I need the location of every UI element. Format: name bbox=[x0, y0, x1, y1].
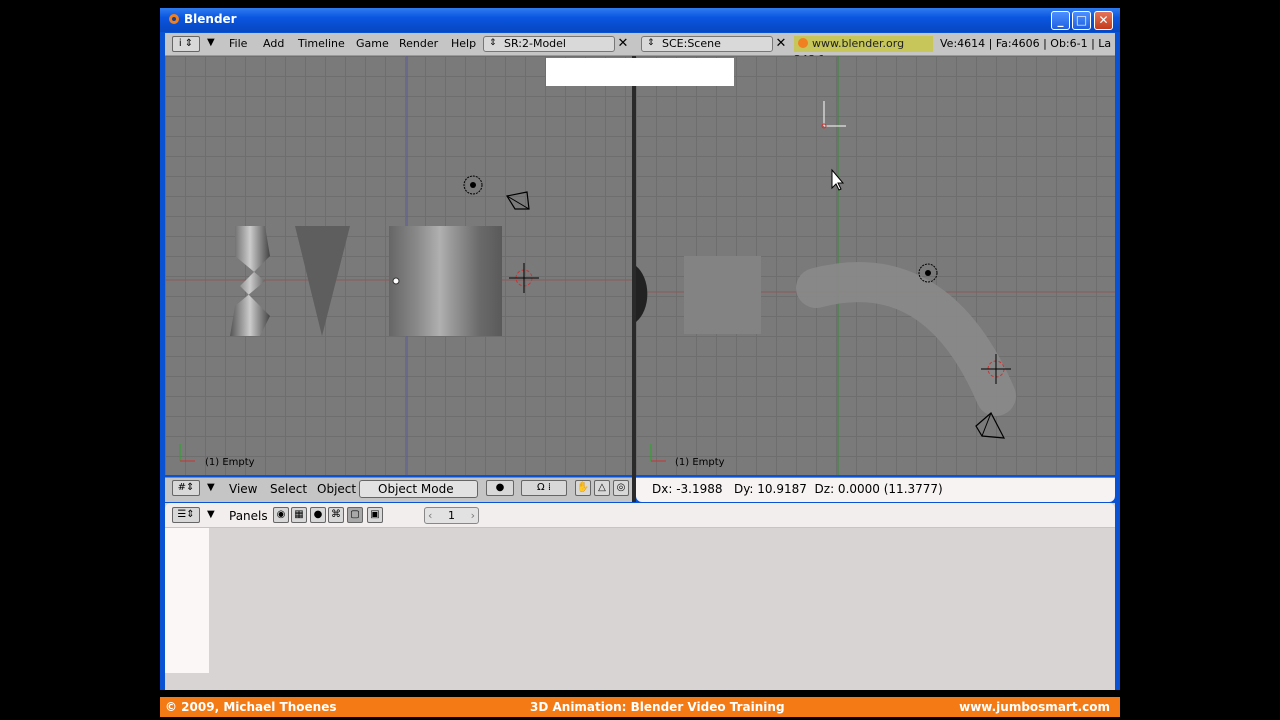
updown-icon: ⇕ bbox=[489, 38, 497, 48]
mode-label: Object Mode bbox=[378, 482, 454, 496]
menu-object[interactable]: Object bbox=[317, 482, 356, 496]
buttons-window-type-icon[interactable]: ☰⇕ bbox=[172, 507, 200, 523]
scene-selector[interactable]: SCE:Scene bbox=[641, 36, 773, 52]
transform-readout: Dx: -3.1988 Dy: 10.9187 Dz: 0.0000 (11.3… bbox=[652, 482, 943, 496]
pivot-icon[interactable]: Ω ⁞ bbox=[521, 480, 567, 496]
viewport-left[interactable]: (1) Empty bbox=[165, 56, 632, 475]
cylinder-object bbox=[389, 226, 502, 336]
buttons-window bbox=[165, 503, 1115, 690]
shading-icon[interactable]: ● bbox=[310, 507, 326, 523]
frame-value: 1 bbox=[448, 509, 455, 522]
close-button[interactable]: ✕ bbox=[1094, 11, 1113, 30]
axis-gizmo-icon bbox=[179, 444, 195, 462]
grid-window-type-icon[interactable]: #⇕ bbox=[172, 480, 200, 496]
hand-icon[interactable]: ✋ bbox=[575, 480, 591, 496]
menu-view[interactable]: View bbox=[229, 482, 257, 496]
panel-scroll-strip bbox=[165, 528, 209, 673]
blender-url[interactable]: www.blender.org 248.1 bbox=[794, 36, 933, 66]
footer-title: 3D Animation: Blender Video Training bbox=[530, 700, 785, 714]
video-footer: © 2009, Michael Thoenes 3D Animation: Bl… bbox=[160, 697, 1120, 717]
next-frame-icon[interactable]: › bbox=[471, 508, 475, 523]
editing-icon[interactable]: ▢ bbox=[347, 507, 363, 523]
delete-screen-icon[interactable]: ✕ bbox=[615, 36, 631, 52]
updown-icon: ⇕ bbox=[647, 38, 655, 48]
manipulator-icon[interactable]: △ bbox=[594, 480, 610, 496]
twisted-object bbox=[230, 226, 270, 336]
blender-logo-icon bbox=[798, 38, 808, 48]
maximize-button[interactable]: □ bbox=[1072, 11, 1091, 30]
scene-stats: Ve:4614 | Fa:4606 | Ob:6-1 | La bbox=[940, 37, 1112, 50]
footer-copyright: © 2009, Michael Thoenes bbox=[165, 700, 337, 714]
cone-object bbox=[295, 226, 350, 336]
screen-selector[interactable]: SR:2-Model bbox=[483, 36, 615, 52]
delete-scene-icon[interactable]: ✕ bbox=[773, 36, 789, 52]
window-title: Blender bbox=[184, 12, 237, 26]
collapse-arrow-icon[interactable]: ▼ bbox=[207, 37, 215, 48]
rotate-icon[interactable]: ◎ bbox=[613, 480, 629, 496]
panels-label[interactable]: Panels bbox=[229, 509, 268, 523]
blank-overlay bbox=[546, 58, 734, 86]
curved-tube-object bbox=[796, 262, 1016, 416]
menu-timeline[interactable]: Timeline bbox=[298, 37, 345, 50]
buttons-window-header bbox=[165, 503, 1115, 528]
axis-gizmo-icon bbox=[650, 444, 666, 462]
lamp-icon bbox=[918, 263, 938, 283]
viewport-left-label: (1) Empty bbox=[205, 457, 255, 468]
scene-icon[interactable]: ▣ bbox=[367, 507, 383, 523]
menu-add[interactable]: Add bbox=[263, 37, 284, 50]
blender-logo-icon bbox=[169, 14, 179, 24]
viewport-right-scene bbox=[636, 56, 1115, 475]
camera-icon bbox=[506, 191, 530, 210]
half-sphere-object bbox=[636, 266, 648, 322]
title-bar[interactable] bbox=[160, 8, 1120, 32]
collapse-arrow-icon[interactable]: ▼ bbox=[207, 482, 215, 493]
logic-icon[interactable]: ◉ bbox=[273, 507, 289, 523]
viewport-right[interactable]: (1) Empty bbox=[636, 56, 1115, 475]
prev-frame-icon[interactable]: ‹ bbox=[428, 508, 432, 523]
3d-cursor-icon bbox=[509, 263, 539, 293]
draw-type-icon[interactable]: ● bbox=[486, 480, 514, 496]
transform-gizmo-icon bbox=[821, 101, 846, 129]
menu-file[interactable]: File bbox=[229, 37, 247, 50]
viewport-left-scene bbox=[165, 56, 632, 475]
info-window-type-icon[interactable]: i ⇕ bbox=[172, 36, 200, 52]
lamp-icon bbox=[463, 175, 483, 195]
menu-render[interactable]: Render bbox=[399, 37, 438, 50]
viewport-right-label: (1) Empty bbox=[675, 457, 725, 468]
menu-game[interactable]: Game bbox=[356, 37, 389, 50]
frame-counter[interactable]: ‹ 1 › bbox=[424, 507, 479, 524]
camera-icon bbox=[975, 412, 1006, 439]
mode-selector[interactable]: Object Mode bbox=[359, 480, 478, 498]
cube-object bbox=[684, 256, 761, 334]
menu-select[interactable]: Select bbox=[270, 482, 307, 496]
script-icon[interactable]: ▦ bbox=[291, 507, 307, 523]
footer-url: www.jumbosmart.com bbox=[959, 700, 1110, 714]
object-icon[interactable]: ⌘ bbox=[328, 507, 344, 523]
menu-help[interactable]: Help bbox=[451, 37, 476, 50]
collapse-arrow-icon[interactable]: ▼ bbox=[207, 509, 215, 520]
minimize-button[interactable]: _ bbox=[1051, 11, 1070, 30]
